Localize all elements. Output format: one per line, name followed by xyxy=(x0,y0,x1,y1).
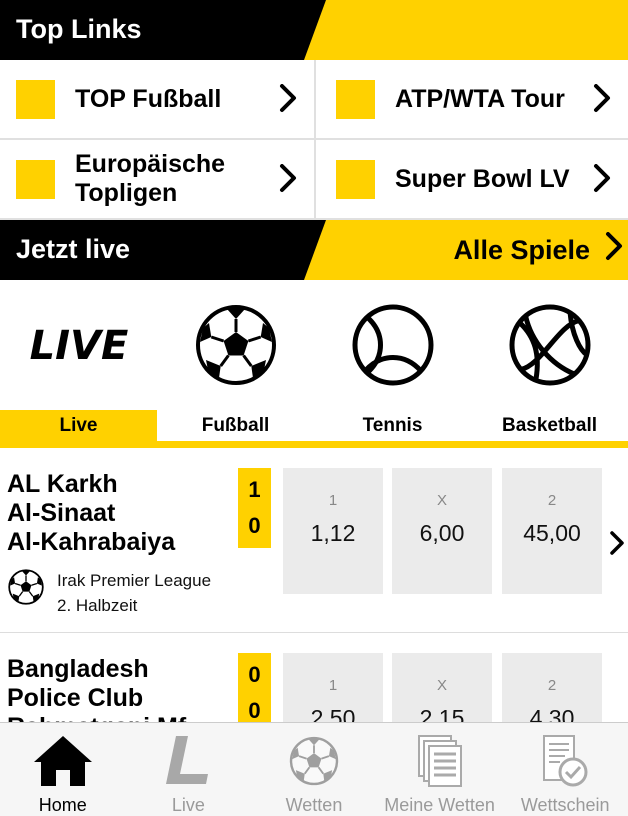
odd-button-draw[interactable]: X 6,00 xyxy=(392,468,492,594)
nav-label: Wettschein xyxy=(520,795,610,815)
score-away: 0 xyxy=(248,697,261,722)
odd-value: 2,15 xyxy=(419,705,465,722)
nav-label: Wetten xyxy=(285,795,343,815)
chevron-right-icon xyxy=(276,164,300,194)
score-away: 0 xyxy=(248,512,261,538)
top-link-marker xyxy=(16,79,55,119)
nav-label: Meine Wetten xyxy=(384,795,495,815)
top-link-super-bowl[interactable]: Super Bowl LV xyxy=(316,140,628,220)
divider xyxy=(0,632,628,633)
top-link-marker xyxy=(336,159,375,199)
chevron-right-icon xyxy=(590,84,614,114)
soccer-ball-icon[interactable] xyxy=(157,302,314,388)
top-link-label: Super Bowl LV xyxy=(395,164,570,193)
basketball-icon[interactable] xyxy=(471,302,628,388)
match-teams: Bangladesh Police Club Rahmatganj Mf xyxy=(7,655,186,722)
odd-button-draw[interactable]: X 2,15 xyxy=(392,653,492,722)
team-name: Bangladesh xyxy=(7,655,149,683)
odd-button-away[interactable]: 2 4,30 xyxy=(502,653,602,722)
chevron-right-icon xyxy=(276,84,300,114)
nav-meine-wetten[interactable]: Meine Wetten xyxy=(377,723,503,816)
odd-button-away[interactable]: 2 45,00 xyxy=(502,468,602,594)
team-name: Rahmatganj Mf xyxy=(7,713,186,722)
tab-basketball[interactable]: Basketball xyxy=(471,410,628,441)
odd-key: X xyxy=(436,492,447,509)
team-name: Al-Kahrabaiya xyxy=(7,528,176,556)
live-logo-icon[interactable]: LIVE xyxy=(0,325,157,365)
top-link-label: TOP Fußball xyxy=(75,84,222,113)
all-games-link[interactable]: Alle Spiele xyxy=(453,220,628,280)
sports-tabs: Live Fußball Tennis Basketball xyxy=(0,410,628,448)
home-icon xyxy=(32,733,94,789)
soccer-ball-icon xyxy=(288,733,340,789)
odd-button-home[interactable]: 1 1,12 xyxy=(283,468,383,594)
score-home: 0 xyxy=(248,662,261,688)
top-link-label: Europäische Topligen xyxy=(75,150,226,207)
nav-label: Live xyxy=(171,795,205,815)
tab-live[interactable]: Live xyxy=(0,410,157,441)
live-logo-text: LIVE xyxy=(29,325,128,365)
top-link-atp-wta[interactable]: ATP/WTA Tour xyxy=(316,60,628,140)
score-home: 1 xyxy=(248,477,261,503)
documents-icon xyxy=(417,733,463,789)
match-row[interactable]: AL Karkh Al-Sinaat Al-Kahrabaiya 1 0 1 1… xyxy=(0,468,628,628)
top-links-title: Top Links xyxy=(16,14,142,44)
score-badge: 0 0 xyxy=(238,653,271,722)
odd-value: 45,00 xyxy=(523,520,581,546)
chevron-right-icon xyxy=(604,231,624,269)
odd-value: 4,30 xyxy=(529,705,575,722)
team-name: Police Club xyxy=(7,684,144,712)
all-games-label: Alle Spiele xyxy=(453,234,590,265)
top-links-grid: TOP Fußball ATP/WTA Tour Europäische Top… xyxy=(0,60,628,220)
sports-icons-row: LIVE xyxy=(0,280,628,410)
team-name: Al-Sinaat xyxy=(7,499,116,527)
chevron-right-icon xyxy=(590,164,614,194)
odd-value: 2,50 xyxy=(310,705,356,722)
match-teams: AL Karkh Al-Sinaat Al-Kahrabaiya xyxy=(7,470,175,557)
odd-key: X xyxy=(436,677,447,694)
odd-button-home[interactable]: 1 2,50 xyxy=(283,653,383,722)
team-name: AL Karkh xyxy=(7,470,118,498)
top-link-label: ATP/WTA Tour xyxy=(395,84,565,113)
tab-fussball[interactable]: Fußball xyxy=(157,410,314,441)
nav-home[interactable]: Home xyxy=(0,723,126,816)
odd-key: 2 xyxy=(547,677,557,694)
odd-value: 1,12 xyxy=(310,520,356,546)
top-link-marker xyxy=(16,159,55,199)
top-link-top-fussball[interactable]: TOP Fußball xyxy=(0,60,316,140)
tennis-ball-icon[interactable] xyxy=(314,302,471,388)
nav-label: Home xyxy=(38,795,87,815)
live-title: Jetzt live xyxy=(16,234,131,264)
nav-wettschein[interactable]: Wettschein xyxy=(502,723,628,816)
odd-key: 2 xyxy=(547,492,557,509)
odd-value: 6,00 xyxy=(419,520,465,546)
soccer-ball-icon xyxy=(8,569,44,605)
league-name: Irak Premier League xyxy=(57,571,212,590)
chevron-right-icon[interactable] xyxy=(609,530,627,561)
top-links-header: Top Links xyxy=(0,0,628,60)
nav-wetten[interactable]: Wetten xyxy=(251,723,377,816)
betslip-icon xyxy=(540,733,590,789)
odd-key: 1 xyxy=(328,677,338,694)
league-info: Irak Premier League 2. Halbzeit xyxy=(7,568,211,618)
score-badge: 1 0 xyxy=(238,468,271,548)
match-row[interactable]: Bangladesh Police Club Rahmatganj Mf 0 0… xyxy=(0,653,628,722)
live-header: Jetzt live Alle Spiele xyxy=(0,220,628,280)
top-link-europaeische-topligen[interactable]: Europäische Topligen xyxy=(0,140,316,220)
match-period: 2. Halbzeit xyxy=(57,596,138,615)
top-link-marker xyxy=(336,79,375,119)
tab-tennis[interactable]: Tennis xyxy=(314,410,471,441)
bottom-navigation: Home Live Wetten Meine Wetten Wettschein xyxy=(0,722,628,816)
nav-live[interactable]: Live xyxy=(126,723,252,816)
odd-key: 1 xyxy=(328,492,338,509)
live-icon xyxy=(162,733,214,789)
